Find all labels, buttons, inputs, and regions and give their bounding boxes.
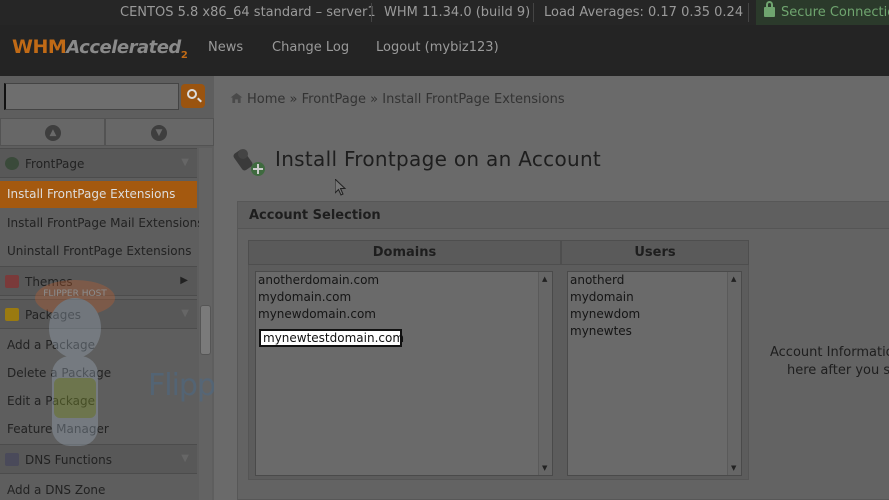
panel-header: Account Selection — [238, 202, 889, 229]
domains-column-header: Domains — [248, 240, 561, 265]
breadcrumb-current: Install FrontPage Extensions — [382, 92, 565, 107]
sidebar-item-install-frontpage-mail-extensions[interactable]: Install FrontPage Mail Extensions — [7, 216, 204, 230]
collapse-all-button[interactable]: ▼ — [105, 118, 214, 146]
divider — [533, 3, 534, 22]
breadcrumb-frontpage[interactable]: FrontPage — [302, 92, 366, 107]
sidebar-section-frontpage[interactable]: FrontPage ▼ — [0, 148, 197, 178]
divider — [371, 3, 372, 22]
domain-option-selected[interactable]: mynewtestdomain.com — [259, 329, 404, 347]
expand-all-button[interactable]: ▲ — [0, 118, 105, 146]
nav-logout[interactable]: Logout (mybiz123) — [376, 40, 499, 55]
user-option[interactable]: mydomain — [570, 290, 634, 304]
server-info: CENTOS 5.8 x86_64 standard – server1 — [120, 5, 376, 20]
search-icon — [187, 89, 197, 99]
load-averages: Load Averages: 0.17 0.35 0.24 — [544, 5, 744, 20]
search-button[interactable] — [181, 84, 205, 108]
sidebar-section-label: FrontPage — [25, 157, 85, 171]
logo-accelerated: Accelerated — [66, 37, 181, 58]
chevron-down-icon: ▼ — [181, 453, 189, 464]
account-info-line2: here after you se — [787, 363, 889, 378]
home-icon — [230, 93, 243, 103]
whm-logo[interactable]: WHMAccelerated2 — [12, 36, 188, 61]
packages-icon — [5, 308, 19, 321]
arrow-up-icon: ▲ — [45, 125, 61, 141]
sidebar-item-install-frontpage-extensions[interactable]: Install FrontPage Extensions — [0, 181, 197, 208]
sidebar-item-uninstall-frontpage-extensions[interactable]: Uninstall FrontPage Extensions — [7, 244, 192, 258]
scroll-down-icon[interactable]: ▼ — [542, 464, 547, 472]
scroll-down-icon[interactable]: ▼ — [731, 464, 736, 472]
account-info-hint: Account Information here after you se — [770, 344, 889, 378]
logo-whm: WHM — [12, 36, 67, 58]
whm-version: WHM 11.34.0 (build 9) — [384, 5, 531, 20]
arrow-down-icon: ▼ — [151, 125, 167, 141]
domains-scrollbar[interactable]: ▲ ▼ — [538, 272, 552, 475]
panel-title: Account Selection — [249, 208, 381, 223]
nav-news[interactable]: News — [208, 40, 243, 55]
breadcrumb: Home » FrontPage » Install FrontPage Ext… — [230, 92, 565, 107]
chevron-down-icon: ▼ — [181, 157, 189, 168]
users-scrollbar[interactable]: ▲ ▼ — [727, 272, 741, 475]
logo-number: 2 — [180, 49, 188, 61]
divider — [748, 3, 749, 22]
scroll-up-icon[interactable]: ▲ — [731, 275, 736, 283]
account-info-line1: Account Information — [770, 345, 889, 360]
themes-icon — [5, 275, 19, 288]
domain-option[interactable]: mynewdomain.com — [258, 307, 376, 321]
domain-option[interactable]: anotherdomain.com — [258, 273, 379, 287]
breadcrumb-home[interactable]: Home — [247, 92, 285, 107]
users-column-header: Users — [561, 240, 749, 265]
scroll-up-icon[interactable]: ▲ — [542, 275, 547, 283]
breadcrumb-separator: » — [289, 92, 298, 107]
user-option[interactable]: anotherd — [570, 273, 624, 287]
breadcrumb-separator: » — [370, 92, 379, 107]
page-title: Install Frontpage on an Account — [275, 147, 602, 171]
user-option[interactable]: mynewdom — [570, 307, 640, 321]
mouse-cursor-icon — [335, 179, 347, 196]
secure-connection-label: Secure Connection — [781, 5, 889, 20]
frontpage-install-icon — [233, 149, 265, 176]
domain-option[interactable]: mydomain.com — [258, 290, 351, 304]
chevron-right-icon: ▶ — [180, 275, 188, 286]
chevron-down-icon: ▼ — [181, 308, 189, 319]
dns-icon — [5, 453, 19, 466]
flipperhost-mascot: FLIPPER HOST — [35, 280, 115, 446]
user-option[interactable]: mynewtes — [570, 324, 632, 338]
sidebar-scrollbar-thumb[interactable] — [200, 305, 211, 355]
search-input[interactable] — [4, 83, 179, 110]
mascot-text: FLIPPER HOST — [43, 289, 107, 299]
lock-icon — [764, 1, 775, 17]
sidebar-item-add-a-dns-zone[interactable]: Add a DNS Zone — [7, 483, 105, 497]
secure-connection-badge: Secure Connection — [756, 0, 889, 25]
nav-change-log[interactable]: Change Log — [272, 40, 349, 55]
frontpage-icon — [5, 157, 19, 170]
